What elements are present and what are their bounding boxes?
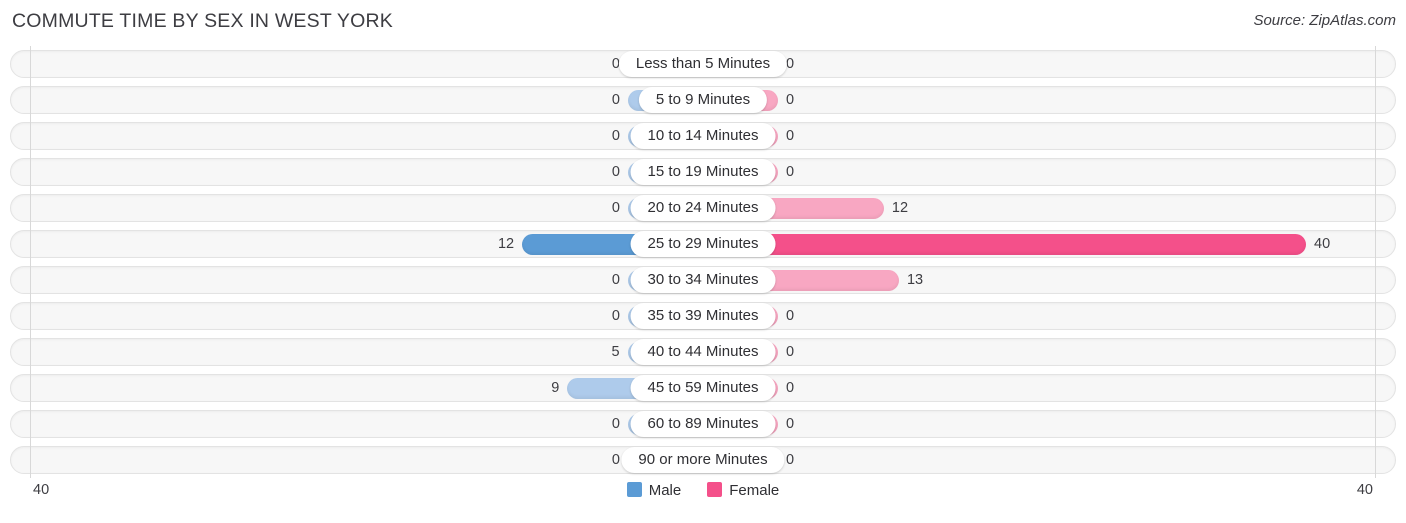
row-bars: 0 13 30 to 34 Minutes [0,262,1406,298]
category-label: 10 to 14 Minutes [630,123,776,149]
chart-row: 0 13 30 to 34 Minutes [0,262,1406,298]
chart-row: 0 0 15 to 19 Minutes [0,154,1406,190]
value-label-female: 0 [786,452,795,468]
category-label: 20 to 24 Minutes [630,195,776,221]
row-bars: 0 0 90 or more Minutes [0,442,1406,478]
value-label-male: 12 [497,236,515,252]
value-label-female: 40 [1314,236,1331,252]
chart-plot-area: 0 0 Less than 5 Minutes 0 0 5 to 9 Minutes 0 0 1… [0,46,1406,478]
value-label-male: 9 [551,380,560,396]
value-label-male: 0 [611,452,620,468]
chart-row: 0 0 90 or more Minutes [0,442,1406,478]
value-label-male: 0 [611,56,620,72]
category-label: 5 to 9 Minutes [638,87,768,113]
category-label: 35 to 39 Minutes [630,303,776,329]
source-attribution: Source: ZipAtlas.com [1253,12,1396,29]
category-label: 15 to 19 Minutes [630,159,776,185]
category-label: 45 to 59 Minutes [630,375,776,401]
value-label-male: 0 [611,92,620,108]
row-bars: 0 0 15 to 19 Minutes [0,154,1406,190]
row-bars: 9 0 45 to 59 Minutes [0,370,1406,406]
value-label-female: 0 [786,92,795,108]
value-label-female: 0 [786,380,795,396]
value-label-female: 0 [786,344,795,360]
chart-row: 0 0 Less than 5 Minutes [0,46,1406,82]
category-label: 25 to 29 Minutes [630,231,776,257]
category-label: 40 to 44 Minutes [630,339,776,365]
value-label-male: 0 [611,416,620,432]
category-label: 60 to 89 Minutes [630,411,776,437]
chart-row: 0 0 60 to 89 Minutes [0,406,1406,442]
value-label-female: 0 [786,56,795,72]
chart-legend: Male Female [0,482,1406,499]
chart-row: 12 40 25 to 29 Minutes [0,226,1406,262]
value-label-male: 0 [611,200,620,216]
chart-row: 0 12 20 to 24 Minutes [0,190,1406,226]
value-label-female: 12 [891,200,909,216]
category-label: 90 or more Minutes [621,447,785,473]
legend-swatch-icon [707,482,723,497]
row-bars: 0 0 10 to 14 Minutes [0,118,1406,154]
value-label-male: 0 [611,308,620,324]
value-label-male: 0 [611,128,620,144]
page-title: COMMUTE TIME BY SEX IN WEST YORK [12,10,393,32]
row-bars: 0 0 60 to 89 Minutes [0,406,1406,442]
legend-swatch-icon [626,482,642,497]
bar-female[interactable] [703,234,1306,255]
value-label-male: 0 [611,272,620,288]
chart-row: 0 0 10 to 14 Minutes [0,118,1406,154]
value-label-female: 0 [786,128,795,144]
row-bars: 0 0 35 to 39 Minutes [0,298,1406,334]
row-bars: 12 40 25 to 29 Minutes [0,226,1406,262]
row-bars: 0 0 Less than 5 Minutes [0,46,1406,82]
value-label-female: 0 [786,164,795,180]
category-label: Less than 5 Minutes [618,51,788,77]
row-bars: 0 0 5 to 9 Minutes [0,82,1406,118]
value-label-female: 13 [906,272,924,288]
row-bars: 5 0 40 to 44 Minutes [0,334,1406,370]
legend-label: Male [648,482,682,499]
chart-row: 0 0 35 to 39 Minutes [0,298,1406,334]
legend-item[interactable]: Male [626,482,682,499]
chart-row: 9 0 45 to 59 Minutes [0,370,1406,406]
legend-item[interactable]: Female [707,482,779,499]
chart-container: COMMUTE TIME BY SEX IN WEST YORK Source:… [0,0,1406,523]
value-label-male: 0 [611,164,620,180]
value-label-male: 5 [611,344,620,360]
value-label-female: 0 [786,308,795,324]
legend-label: Female [729,482,780,499]
category-label: 30 to 34 Minutes [630,267,776,293]
value-label-female: 0 [786,416,795,432]
chart-header: COMMUTE TIME BY SEX IN WEST YORK Source:… [0,0,1406,44]
chart-row: 0 0 5 to 9 Minutes [0,82,1406,118]
row-bars: 0 12 20 to 24 Minutes [0,190,1406,226]
chart-row: 5 0 40 to 44 Minutes [0,334,1406,370]
